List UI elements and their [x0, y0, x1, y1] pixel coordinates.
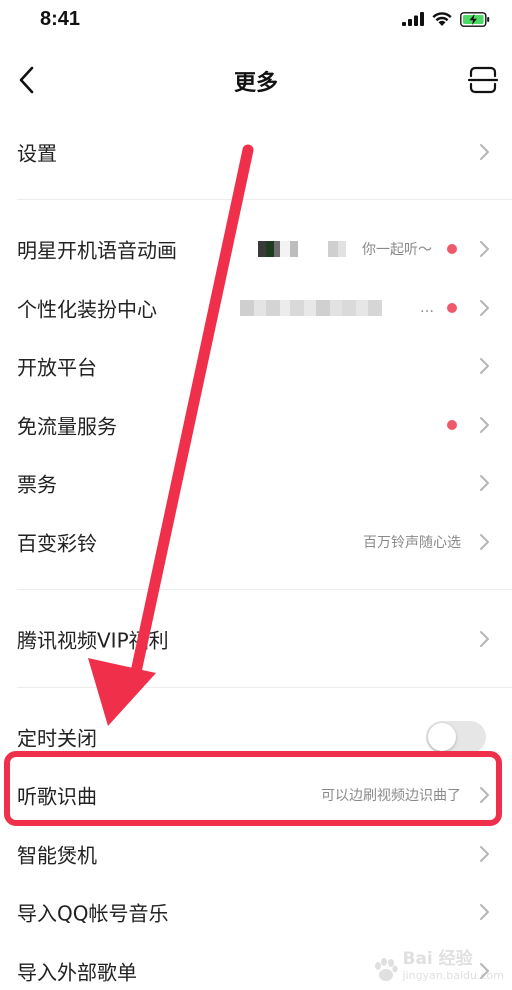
- page-title: 更多: [233, 71, 278, 96]
- import-qq-music-row[interactable]: 导入QQ帐号音乐: [0, 883, 512, 941]
- wifi-icon: [432, 12, 452, 26]
- tickets-row[interactable]: 票务: [0, 454, 512, 512]
- open-platform-row[interactable]: 开放平台: [0, 337, 512, 395]
- chevron-right-icon: [480, 631, 489, 647]
- battery-charging-icon: [460, 11, 490, 27]
- watermark-text: Bai 经验: [402, 949, 473, 969]
- row-hint: …: [420, 300, 434, 316]
- pixelated-text: [240, 300, 382, 316]
- chevron-right-icon: [480, 417, 489, 433]
- annotation-highlight-box: [4, 751, 502, 826]
- nav-bar: 更多: [0, 50, 512, 110]
- section-divider: [17, 687, 512, 688]
- row-hint: 百万铃声随心选: [363, 535, 461, 551]
- row-hint: 你一起听～: [362, 242, 432, 258]
- row-label: 设置: [17, 141, 57, 166]
- signal-icon: [402, 12, 424, 26]
- paw-icon: [375, 958, 399, 981]
- theme-center-row[interactable]: 个性化装扮中心 …: [0, 279, 512, 337]
- row-label: 个性化装扮中心: [17, 297, 157, 322]
- row-label: 智能煲机: [17, 843, 97, 868]
- sleep-timer-toggle[interactable]: [426, 721, 486, 753]
- toggle-knob: [428, 723, 456, 751]
- chevron-right-icon: [480, 144, 489, 160]
- section-divider: [17, 199, 512, 200]
- row-label: 导入外部歌单: [17, 960, 137, 985]
- row-label: 明星开机语音动画: [17, 238, 177, 263]
- settings-row[interactable]: 设置: [0, 123, 512, 181]
- section-divider: [17, 589, 512, 590]
- row-label: 定时关闭: [17, 726, 97, 751]
- row-label: 腾讯视频VIP福利: [17, 628, 169, 653]
- row-label: 开放平台: [17, 355, 97, 380]
- notification-dot: [447, 244, 457, 254]
- notification-dot: [447, 420, 457, 430]
- notification-dot: [447, 303, 457, 313]
- chevron-right-icon: [480, 475, 489, 491]
- status-bar: 8:41: [0, 0, 512, 44]
- smart-burn-in-row[interactable]: 智能煲机: [0, 825, 512, 883]
- chevron-right-icon: [480, 300, 489, 316]
- watermark-sub: jingyan.baidu.com: [402, 969, 504, 982]
- row-label: 导入QQ帐号音乐: [17, 901, 169, 926]
- row-label: 百变彩铃: [17, 531, 97, 556]
- row-label: 免流量服务: [17, 414, 117, 439]
- chevron-right-icon: [480, 534, 489, 550]
- chevron-right-icon: [480, 241, 489, 257]
- ringtone-row[interactable]: 百变彩铃 百万铃声随心选: [0, 513, 512, 571]
- star-boot-voice-row[interactable]: 明星开机语音动画 你一起听～: [0, 220, 512, 278]
- baidu-watermark: Bai 经验 jingyan.baidu.com: [372, 944, 504, 982]
- scan-icon[interactable]: [468, 66, 498, 94]
- tencent-video-vip-row[interactable]: 腾讯视频VIP福利: [0, 610, 512, 668]
- chevron-right-icon: [480, 904, 489, 920]
- free-data-service-row[interactable]: 免流量服务: [0, 396, 512, 454]
- chevron-right-icon: [480, 358, 489, 374]
- pixelated-avatar: [258, 241, 346, 257]
- chevron-right-icon: [480, 846, 489, 862]
- status-time: 8:41: [40, 8, 81, 30]
- status-icons: [402, 11, 490, 27]
- row-label: 票务: [17, 472, 57, 497]
